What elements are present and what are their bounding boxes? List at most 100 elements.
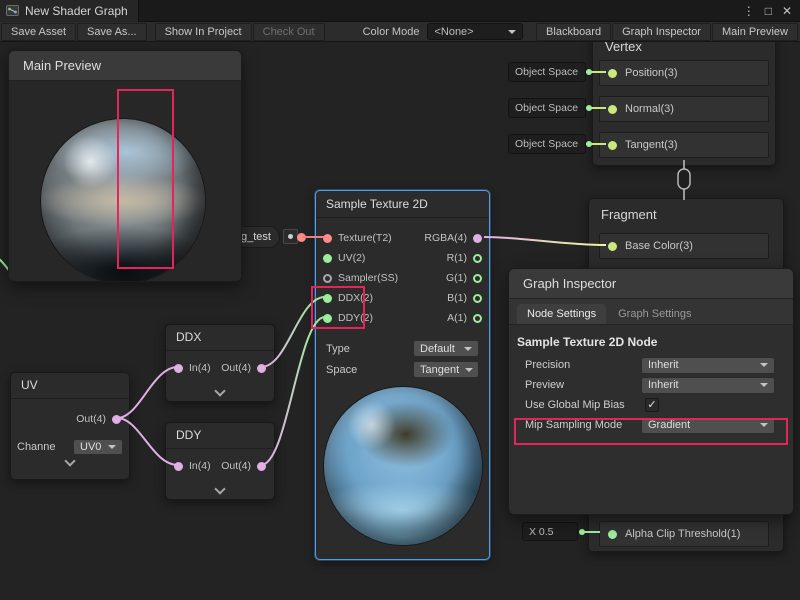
normal-space-dropdown[interactable]: Object Space	[508, 98, 586, 118]
space-dropdown[interactable]: Tangent	[413, 361, 479, 378]
fragment-row-base-color[interactable]: Base Color(3)	[599, 233, 769, 259]
inspector-row-global-mip-bias: Use Global Mip Bias ✓	[509, 395, 793, 415]
base-color-label: Base Color(3)	[625, 240, 693, 252]
position-label: Position(3)	[625, 67, 678, 79]
ddx-in-label: In(4)	[189, 362, 211, 374]
sample-node-preview-sphere	[324, 387, 482, 545]
chevron-down-icon	[214, 483, 225, 494]
ddy-port-row: In(4) Out(4)	[166, 449, 274, 483]
main-preview-body	[9, 81, 241, 281]
property-preview-toggle[interactable]	[283, 229, 298, 244]
graph-inspector-toggle-button[interactable]: Graph Inspector	[612, 23, 711, 41]
tangent-port[interactable]	[608, 141, 617, 150]
r-out-label: R(1)	[447, 252, 467, 264]
mip-sampling-mode-label: Mip Sampling Mode	[525, 419, 641, 431]
vertex-row-position[interactable]: Position(3)	[599, 60, 769, 86]
ddx-out-port[interactable]	[257, 364, 266, 373]
node-sample-texture-2d[interactable]: Sample Texture 2D Texture(T2) RGBA(4) UV…	[315, 190, 490, 560]
precision-value: Inherit	[648, 359, 679, 371]
channel-label: Channe	[17, 441, 56, 453]
a-out-port[interactable]	[473, 314, 482, 323]
normal-port[interactable]	[608, 105, 617, 114]
tangent-label: Tangent(3)	[625, 139, 678, 151]
ddx-in-port[interactable]	[323, 294, 332, 303]
texture-in-port[interactable]	[323, 234, 332, 243]
mip-sampling-mode-dropdown[interactable]: Gradient	[641, 417, 775, 434]
window-controls: ⋮ □ ✕	[743, 0, 800, 22]
sampler-in-port[interactable]	[323, 274, 332, 283]
position-port[interactable]	[608, 69, 617, 78]
normal-space-value: Object Space	[515, 102, 578, 114]
show-in-project-button[interactable]: Show In Project	[155, 23, 252, 41]
inspector-row-preview: Preview Inherit	[509, 375, 793, 395]
kebab-menu-icon[interactable]: ⋮	[743, 0, 755, 22]
channel-dropdown[interactable]: UV0	[73, 439, 123, 455]
node-ddy[interactable]: DDY In(4) Out(4)	[165, 422, 275, 500]
ddx-collapse-button[interactable]	[166, 385, 274, 401]
base-color-port[interactable]	[608, 242, 617, 251]
close-icon[interactable]: ✕	[782, 0, 792, 22]
maximize-icon[interactable]: □	[765, 0, 772, 22]
ddx-in-port[interactable]	[174, 364, 183, 373]
rgba-out-port[interactable]	[473, 234, 482, 243]
ddy-out-port[interactable]	[257, 462, 266, 471]
position-space-value: Object Space	[515, 66, 578, 78]
type-dropdown[interactable]: Default	[413, 340, 479, 357]
uv-out-port[interactable]	[112, 415, 121, 424]
main-preview-toggle-button[interactable]: Main Preview	[712, 23, 798, 41]
use-global-mip-bias-checkbox[interactable]: ✓	[645, 398, 659, 412]
shader-graph-tab[interactable]: New Shader Graph	[0, 0, 139, 22]
uv-channel-row: Channe UV0	[11, 439, 129, 455]
property-out-port[interactable]	[297, 233, 306, 242]
uv-collapse-button[interactable]	[11, 455, 129, 471]
sampler-in-label: Sampler(SS)	[338, 272, 398, 284]
position-space-dropdown[interactable]: Object Space	[508, 62, 586, 82]
r-out-port[interactable]	[473, 254, 482, 263]
ddy-out-label: Out(4)	[221, 460, 251, 472]
alpha-clip-port[interactable]	[608, 530, 617, 539]
ddy-in-port[interactable]	[323, 314, 332, 323]
sample-space-row: Space Tangent	[316, 359, 489, 380]
color-mode-value: <None>	[434, 26, 473, 38]
b-out-port[interactable]	[473, 294, 482, 303]
graph-inspector-panel: Graph Inspector Node Settings Graph Sett…	[508, 268, 794, 515]
ddy-in-port[interactable]	[174, 462, 183, 471]
vertex-row-normal[interactable]: Normal(3)	[599, 96, 769, 122]
dropdown-caret-icon	[464, 347, 472, 351]
g-out-port[interactable]	[473, 274, 482, 283]
tab-graph-settings[interactable]: Graph Settings	[608, 304, 701, 324]
port-row-texture-rgba: Texture(T2) RGBA(4)	[316, 228, 489, 248]
tab-node-settings[interactable]: Node Settings	[517, 304, 606, 324]
uv-in-port[interactable]	[323, 254, 332, 263]
tangent-space-value: Object Space	[515, 138, 578, 150]
precision-dropdown[interactable]: Inherit	[641, 357, 775, 374]
main-preview-header[interactable]: Main Preview	[9, 51, 241, 81]
ddy-collapse-button[interactable]	[166, 483, 274, 499]
save-asset-button[interactable]: Save Asset	[1, 23, 76, 41]
alpha-clip-label: Alpha Clip Threshold(1)	[625, 528, 740, 540]
main-preview-sphere	[41, 119, 205, 282]
b-out-label: B(1)	[447, 292, 467, 304]
uv-node-title: UV	[11, 373, 129, 399]
vertex-row-tangent[interactable]: Tangent(3)	[599, 132, 769, 158]
dropdown-caret-icon	[760, 363, 768, 367]
toolbar: Save Asset Save As... Show In Project Ch…	[0, 22, 800, 42]
node-ddx[interactable]: DDX In(4) Out(4)	[165, 324, 275, 402]
mip-sampling-mode-value: Gradient	[648, 419, 690, 431]
graph-inspector-header[interactable]: Graph Inspector	[509, 269, 793, 299]
tangent-space-dropdown[interactable]: Object Space	[508, 134, 586, 154]
port-row-uv-r: UV(2) R(1)	[316, 248, 489, 268]
preview-dropdown[interactable]: Inherit	[641, 377, 775, 394]
color-mode-dropdown[interactable]: <None>	[427, 23, 523, 40]
node-uv[interactable]: UV Out(4) Channe UV0	[10, 372, 130, 480]
port-row-ddy-a: DDY(2) A(1)	[316, 308, 489, 328]
main-preview-title: Main Preview	[23, 58, 101, 73]
save-as-button[interactable]: Save As...	[77, 23, 147, 41]
node-vertex[interactable]: Vertex Position(3) Normal(3) Tangent(3)	[592, 30, 776, 166]
window-titlebar: New Shader Graph ⋮ □ ✕	[0, 0, 800, 22]
main-preview-panel: Main Preview	[8, 50, 242, 282]
ddy-in-label: In(4)	[189, 460, 211, 472]
blackboard-toggle-button[interactable]: Blackboard	[536, 23, 611, 41]
alpha-clip-float-field[interactable]: X 0.5	[522, 522, 578, 541]
fragment-row-alpha-clip[interactable]: Alpha Clip Threshold(1)	[599, 521, 769, 547]
